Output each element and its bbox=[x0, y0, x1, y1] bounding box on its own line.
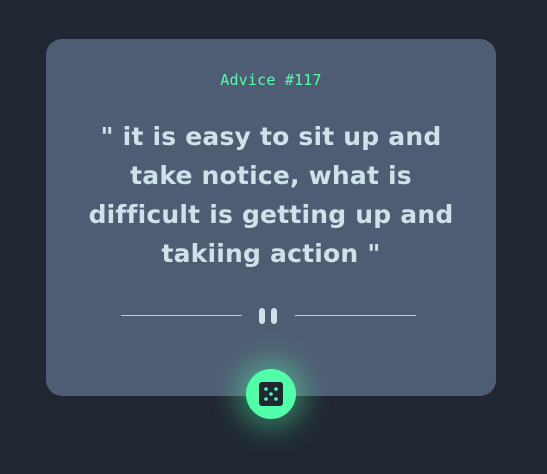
divider bbox=[121, 305, 416, 325]
advice-card: Advice #117 " it is easy to sit up and t… bbox=[46, 39, 496, 396]
advice-number: Advice #117 bbox=[220, 71, 322, 89]
divider-line-left bbox=[121, 315, 242, 316]
dice-icon bbox=[259, 382, 283, 406]
advice-quote: " it is easy to sit up and take notice, … bbox=[88, 122, 454, 268]
dice-button[interactable] bbox=[246, 369, 296, 419]
divider-line-right bbox=[295, 315, 416, 316]
pause-icon bbox=[259, 308, 279, 324]
